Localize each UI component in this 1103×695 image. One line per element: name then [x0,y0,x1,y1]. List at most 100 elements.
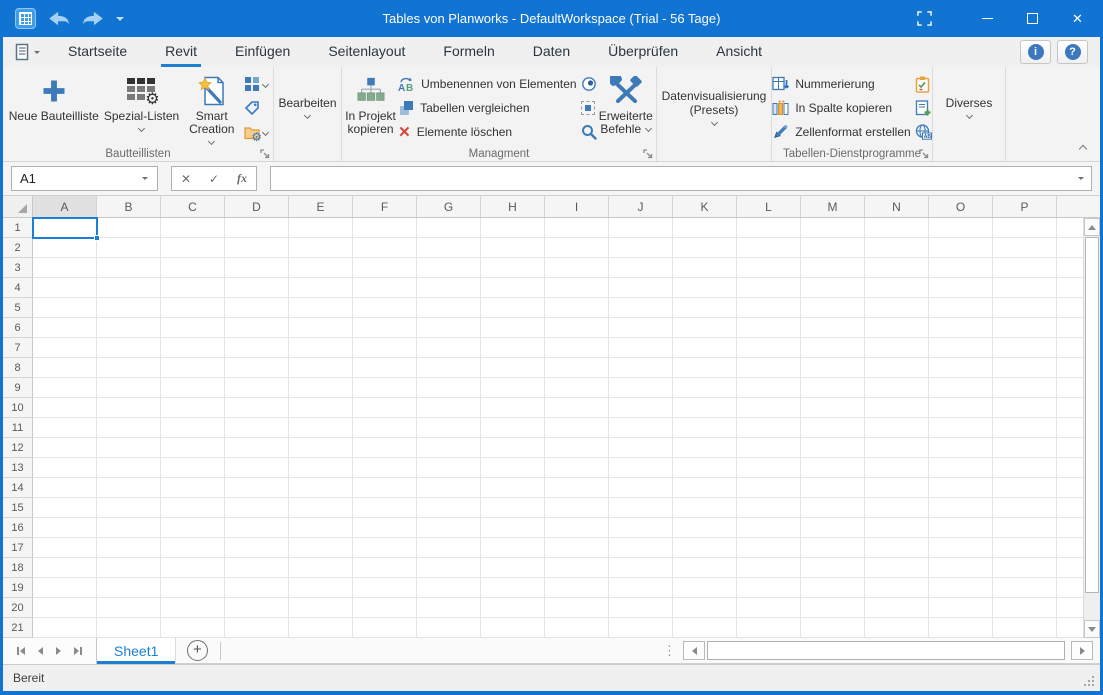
grid-cell[interactable] [545,318,609,338]
column-header[interactable]: F [353,196,417,218]
grid-cell[interactable] [865,578,929,598]
grid-cell[interactable] [673,298,737,318]
grid-cell[interactable] [929,338,993,358]
grid-cell[interactable] [673,438,737,458]
grid-cell[interactable] [289,238,353,258]
grid-cell[interactable] [609,318,673,338]
grid-cell[interactable] [225,258,289,278]
next-sheet-button[interactable] [56,647,61,655]
grid-cell[interactable] [801,378,865,398]
grid-cell[interactable] [225,518,289,538]
grid-cell[interactable] [609,438,673,458]
grid-cell[interactable] [161,318,225,338]
grid-cell[interactable] [737,378,801,398]
grid-cell[interactable] [545,598,609,618]
grid-cell[interactable] [481,258,545,278]
grid-cell[interactable] [609,518,673,538]
column-header[interactable]: L [737,196,801,218]
elemente-loeschen-button[interactable]: ✕ Elemente löschen [398,121,576,143]
dialog-launcher-button[interactable] [919,149,929,159]
grid-cell[interactable] [225,458,289,478]
add-document-button[interactable] [915,98,932,118]
grid-cell[interactable] [609,458,673,478]
grid-cell[interactable] [1057,338,1083,358]
grid-cell[interactable] [353,398,417,418]
grid-cell[interactable] [161,278,225,298]
name-box[interactable]: A1 [11,166,158,191]
prev-sheet-button[interactable] [38,647,43,655]
grid-cell[interactable] [865,618,929,638]
quick-access-dropdown[interactable] [116,17,124,21]
grid-cell[interactable] [673,478,737,498]
grid-cell[interactable] [737,238,801,258]
grid-cell[interactable] [289,498,353,518]
grid-cell[interactable] [673,238,737,258]
grid-cell[interactable] [993,538,1057,558]
grid-cell[interactable] [1057,618,1083,638]
row-header[interactable]: 16 [3,518,33,538]
column-header[interactable]: K [673,196,737,218]
grid-cell[interactable] [865,218,929,238]
grid-cell[interactable] [993,258,1057,278]
formula-bar-expand-icon[interactable] [1078,177,1084,180]
column-header[interactable]: P [993,196,1057,218]
grid-cell[interactable] [545,238,609,258]
column-header[interactable]: N [865,196,929,218]
grid-cell[interactable] [1057,518,1083,538]
grid-cell[interactable] [225,398,289,418]
grid-cell[interactable] [481,398,545,418]
grid-cell[interactable] [33,518,97,538]
row-header[interactable]: 19 [3,578,33,598]
grid-cell[interactable] [929,578,993,598]
grid-cell[interactable] [225,278,289,298]
grid-cell[interactable] [929,618,993,638]
grid-cell[interactable] [609,618,673,638]
grid-cell[interactable] [545,518,609,538]
grid-cell[interactable] [289,518,353,538]
grid-cell[interactable] [673,458,737,478]
tab-daten[interactable]: Daten [514,37,589,67]
grid-cell[interactable] [993,378,1057,398]
grid-cell[interactable] [353,598,417,618]
first-sheet-button[interactable] [17,647,25,655]
grid-cell[interactable] [417,478,481,498]
grid-cell[interactable] [865,378,929,398]
spezial-listen-button[interactable]: ⚙ Spezial-Listen [102,69,182,147]
grid-cell[interactable] [289,538,353,558]
grid-cell[interactable] [289,598,353,618]
grid-cell[interactable] [609,578,673,598]
grid-cell[interactable] [929,538,993,558]
in-projekt-kopieren-button[interactable]: In Projekt kopieren [345,69,396,147]
grid-cell[interactable] [225,298,289,318]
grid-cell[interactable] [801,218,865,238]
grid-cell[interactable] [993,398,1057,418]
grid-cell[interactable] [801,238,865,258]
grid-cell[interactable] [929,398,993,418]
grid-cell[interactable] [161,438,225,458]
grid-cell[interactable] [161,538,225,558]
row-header[interactable]: 20 [3,598,33,618]
grid-cell[interactable] [161,238,225,258]
grid-cell[interactable] [801,398,865,418]
grid-cell[interactable] [481,518,545,538]
grid-cell[interactable] [1057,238,1083,258]
datenvisualisierung-button[interactable]: Datenvisualisierung (Presets) [660,69,768,144]
row-header[interactable]: 4 [3,278,33,298]
grid-cell[interactable] [673,538,737,558]
grid-cell[interactable] [993,498,1057,518]
grid-cell[interactable] [673,338,737,358]
grid-cell[interactable] [801,538,865,558]
grid-cell[interactable] [225,618,289,638]
grid-cell[interactable] [1057,498,1083,518]
grid-cell[interactable] [801,498,865,518]
grid-cell[interactable] [225,218,289,238]
grid-cell[interactable] [1057,398,1083,418]
grid-cell[interactable] [161,558,225,578]
grid-cell[interactable] [353,578,417,598]
grid-cell[interactable] [97,338,161,358]
grid-cell[interactable] [929,258,993,278]
grid-cell[interactable] [801,358,865,378]
grid-cell[interactable] [97,378,161,398]
grid-cell[interactable] [737,558,801,578]
grid-cell[interactable] [33,218,97,238]
